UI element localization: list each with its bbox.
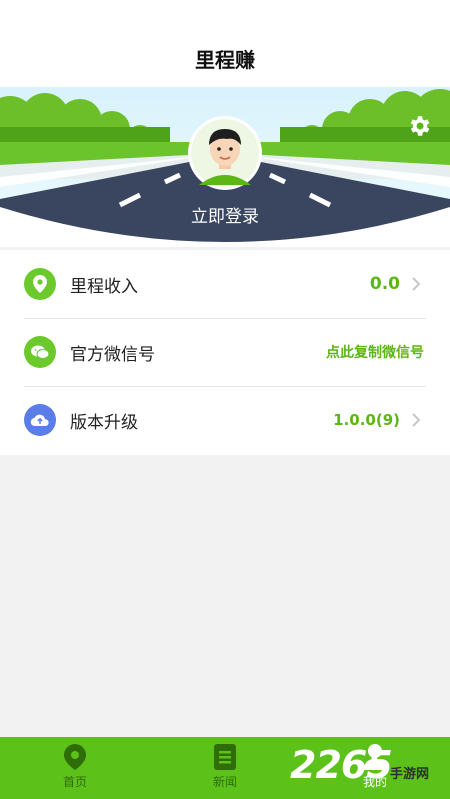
user-icon xyxy=(364,744,386,770)
page-title: 里程赚 xyxy=(195,48,255,72)
cloud-upload-icon xyxy=(24,404,56,436)
bottom-tab-bar: 首页 新闻 我的 xyxy=(0,737,450,799)
news-icon xyxy=(214,744,236,770)
version-value: 1.0.0(9) xyxy=(333,411,400,429)
menu-item-label: 版本升级 xyxy=(70,412,138,433)
tab-home[interactable]: 首页 xyxy=(0,737,150,799)
avatar[interactable] xyxy=(187,115,263,191)
mileage-value: 0.0 xyxy=(369,274,400,294)
location-pin-icon xyxy=(24,268,56,300)
tab-label: 首页 xyxy=(62,775,87,789)
menu-item-mileage-income[interactable]: 里程收入 0.0 xyxy=(0,250,450,318)
tab-mine[interactable]: 我的 xyxy=(300,737,450,799)
app-header: 里程赚 xyxy=(0,0,450,87)
tab-news[interactable]: 新闻 xyxy=(150,737,300,799)
chevron-right-icon xyxy=(404,276,428,292)
menu-item-version-upgrade[interactable]: 版本升级 1.0.0(9) xyxy=(0,386,450,454)
login-button[interactable]: 立即登录 xyxy=(0,202,450,227)
chevron-right-icon xyxy=(404,412,428,428)
profile-banner: 立即登录 xyxy=(0,87,450,247)
menu-item-label: 里程收入 xyxy=(70,276,138,297)
location-pin-icon xyxy=(64,744,86,770)
tab-label: 新闻 xyxy=(212,775,237,789)
wechat-icon xyxy=(24,336,56,368)
menu-item-label: 官方微信号 xyxy=(70,344,155,365)
menu-item-official-wechat[interactable]: 官方微信号 点此复制微信号 xyxy=(0,318,450,386)
gear-icon[interactable] xyxy=(406,113,432,139)
settings-menu: 里程收入 0.0 官方微信号 点此复制微信号 版本升级 1.0.0(9) xyxy=(0,250,450,455)
copy-wechat-link[interactable]: 点此复制微信号 xyxy=(326,342,424,362)
tab-label: 我的 xyxy=(362,775,387,789)
